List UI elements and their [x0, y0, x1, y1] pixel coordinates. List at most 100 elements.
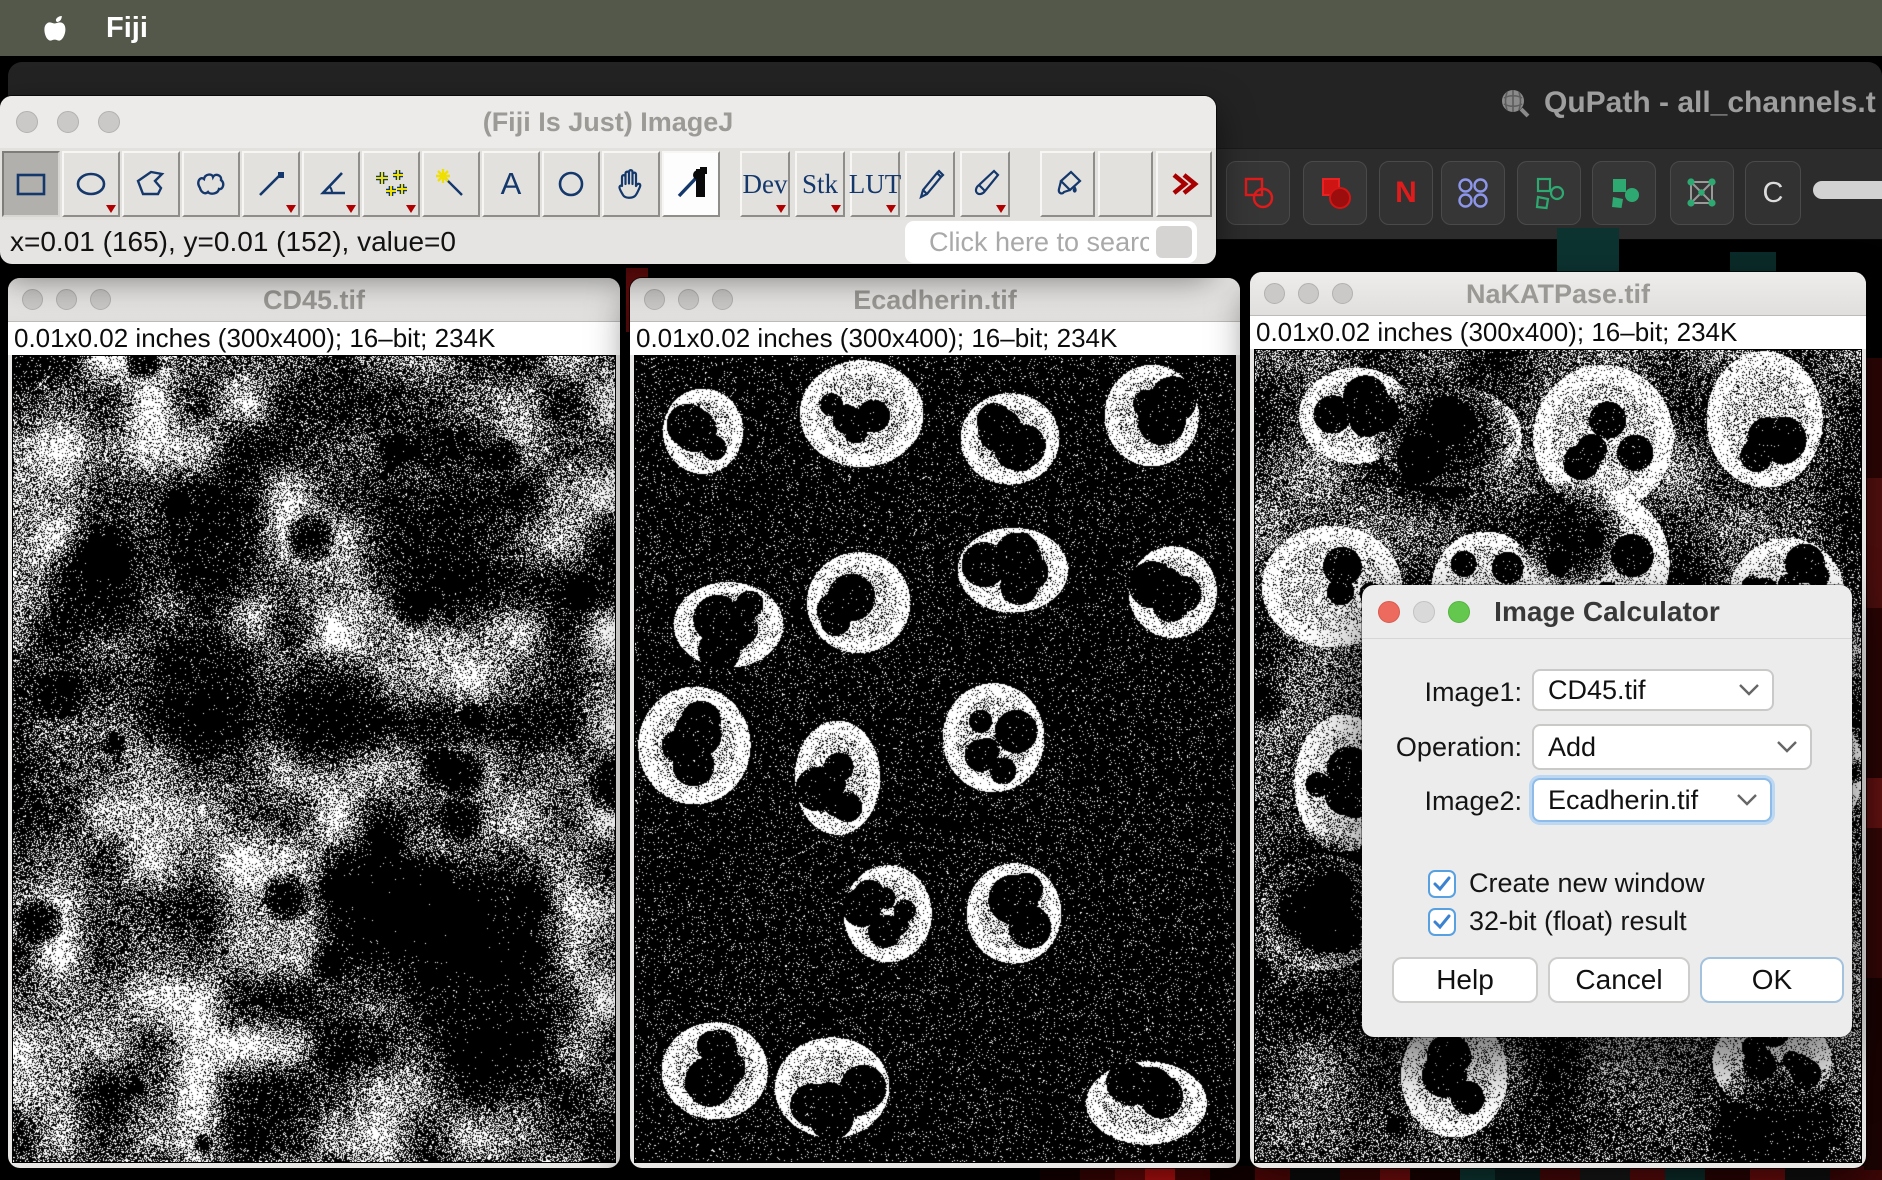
angle-tool-button[interactable]: [302, 151, 360, 217]
macos-menubar: Fiji: [0, 0, 1882, 56]
create-new-window-row: Create new window: [1428, 868, 1705, 899]
lut-tool-label: LUT: [849, 169, 901, 200]
imagej-titlebar[interactable]: (Fiji Is Just) ImageJ: [0, 96, 1216, 148]
minimize-button[interactable]: [1298, 283, 1319, 304]
more-tools-button[interactable]: [1156, 151, 1212, 217]
annotations-outline-button[interactable]: [1226, 161, 1290, 225]
chevron-down-icon: [1776, 740, 1798, 754]
empty-tool-slot[interactable]: [1098, 151, 1153, 217]
hand-tool-icon: [611, 164, 651, 204]
active-app-name[interactable]: Fiji: [106, 12, 148, 45]
detections-fill-icon: [1602, 171, 1646, 215]
help-button-label: Help: [1436, 964, 1494, 996]
svg-text:A: A: [501, 166, 522, 201]
dev-tool-label: Dev: [743, 169, 788, 200]
cd45-image-info: 0.01x0.02 inches (300x400); 16–bit; 234K: [8, 322, 620, 355]
help-button[interactable]: Help: [1392, 957, 1538, 1003]
polygon-tool-icon: [131, 164, 171, 204]
image2-value: Ecadherin.tif: [1548, 785, 1698, 816]
search-input[interactable]: [905, 221, 1197, 263]
polygon-tool-button[interactable]: [122, 151, 180, 217]
freehand-tool-button[interactable]: [182, 151, 240, 217]
zoom-button[interactable]: [1332, 283, 1353, 304]
float-result-checkbox[interactable]: [1428, 908, 1456, 936]
color-picker-tool-button[interactable]: [662, 151, 720, 217]
image-window-cd45: CD45.tif 0.01x0.02 inches (300x400); 16–…: [8, 278, 620, 1168]
search-button[interactable]: [1156, 226, 1192, 258]
convex-hull-button[interactable]: [1670, 161, 1734, 225]
point-tool-button[interactable]: [362, 151, 420, 217]
cancel-button[interactable]: Cancel: [1548, 957, 1690, 1003]
ecadherin-titlebar[interactable]: Ecadherin.tif: [630, 278, 1240, 322]
ok-button[interactable]: OK: [1700, 957, 1844, 1003]
detections-outline-icon: [1527, 171, 1571, 215]
imagej-main-window: (Fiji Is Just) ImageJ: [0, 96, 1216, 264]
minimize-button[interactable]: [1413, 601, 1435, 623]
minimize-button[interactable]: [56, 289, 77, 310]
tma-grid-icon: [1451, 171, 1495, 215]
stacks-tool-button[interactable]: Stk: [795, 151, 845, 217]
chevron-down-icon: [1738, 683, 1760, 697]
close-button[interactable]: [644, 289, 665, 310]
cd45-microscopy-image[interactable]: [12, 355, 616, 1163]
lut-tool-button[interactable]: LUT: [850, 151, 900, 217]
zoom-tool-button[interactable]: [542, 151, 600, 217]
cursor-status-text: x=0.01 (165), y=0.01 (152), value=0: [10, 226, 456, 258]
image2-select[interactable]: Ecadherin.tif: [1532, 778, 1772, 822]
rectangle-tool-button[interactable]: [2, 151, 60, 217]
float-result-label: 32-bit (float) result: [1469, 906, 1687, 937]
zoom-button[interactable]: [98, 111, 120, 133]
minimize-button[interactable]: [678, 289, 699, 310]
pencil-icon: [910, 164, 950, 204]
tma-grid-button[interactable]: [1441, 161, 1505, 225]
create-new-window-checkbox[interactable]: [1428, 870, 1456, 898]
oval-tool-button[interactable]: [62, 151, 120, 217]
cd45-titlebar[interactable]: CD45.tif: [8, 278, 620, 322]
detections-fill-button[interactable]: [1592, 161, 1656, 225]
wand-tool-button[interactable]: [422, 151, 480, 217]
zoom-button[interactable]: [90, 289, 111, 310]
imagej-window-title: (Fiji Is Just) ImageJ: [0, 96, 1216, 148]
imagej-window-controls: [16, 111, 120, 133]
operation-select[interactable]: Add: [1532, 724, 1812, 770]
paint-bucket-icon: [1048, 164, 1088, 204]
flood-fill-tool-button[interactable]: [1040, 151, 1095, 217]
dev-tool-button[interactable]: Dev: [740, 151, 790, 217]
more-tools-icon: [1164, 164, 1204, 204]
angle-tool-icon: [311, 164, 351, 204]
cancel-button-label: Cancel: [1575, 964, 1662, 996]
close-button[interactable]: [1378, 601, 1400, 623]
dialog-window-controls: [1378, 601, 1470, 623]
hand-tool-button[interactable]: [602, 151, 660, 217]
line-tool-button[interactable]: [242, 151, 300, 217]
names-toggle-button[interactable]: N: [1379, 161, 1433, 225]
channel-viewer-button[interactable]: C: [1745, 161, 1801, 225]
close-button[interactable]: [22, 289, 43, 310]
ecadherin-microscopy-image[interactable]: [634, 355, 1236, 1163]
zoom-button[interactable]: [712, 289, 733, 310]
text-tool-button[interactable]: A: [482, 151, 540, 217]
dialog-titlebar[interactable]: Image Calculator: [1362, 585, 1852, 639]
close-button[interactable]: [16, 111, 38, 133]
freehand-tool-icon: [191, 164, 231, 204]
annotations-fill-button[interactable]: [1303, 161, 1367, 225]
qupath-title: QuPath - all_channels.t: [1498, 86, 1876, 120]
pencil-tool-button[interactable]: [905, 151, 955, 217]
create-new-window-label: Create new window: [1469, 868, 1705, 899]
ecadherin-window-controls: [644, 289, 733, 310]
float-result-row: 32-bit (float) result: [1428, 906, 1687, 937]
apple-menu-icon[interactable]: [36, 11, 66, 45]
zoom-button[interactable]: [1448, 601, 1470, 623]
brush-tool-button[interactable]: [960, 151, 1010, 217]
stacks-tool-label: Stk: [802, 169, 838, 200]
detections-outline-button[interactable]: [1517, 161, 1581, 225]
opacity-slider[interactable]: [1813, 181, 1882, 199]
channel-viewer-label: C: [1763, 177, 1784, 210]
image-window-ecadherin: Ecadherin.tif 0.01x0.02 inches (300x400)…: [630, 278, 1240, 1168]
image1-select[interactable]: CD45.tif: [1532, 669, 1774, 711]
nakatpase-titlebar[interactable]: NaKATPase.tif: [1250, 272, 1866, 316]
minimize-button[interactable]: [57, 111, 79, 133]
image1-value: CD45.tif: [1548, 675, 1646, 706]
operation-label: Operation:: [1362, 732, 1522, 763]
close-button[interactable]: [1264, 283, 1285, 304]
